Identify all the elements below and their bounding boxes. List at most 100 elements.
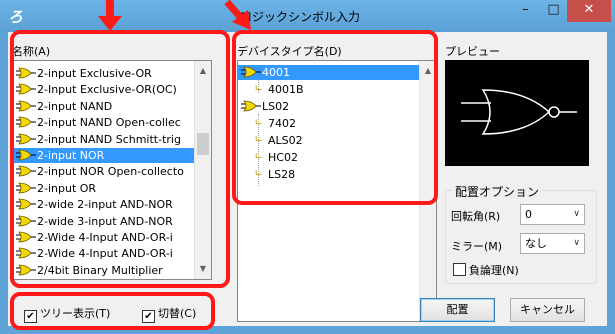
logic-gate-icon bbox=[16, 100, 36, 112]
negative-logic-option[interactable]: 負論理(N) bbox=[453, 262, 519, 278]
name-list-item[interactable]: 2-Input Exclusive-OR(OC) bbox=[13, 82, 194, 97]
name-list-item-label: 2/4bit Binary Multiplier bbox=[37, 263, 163, 277]
device-tree-item-label: HC02 bbox=[268, 151, 298, 164]
dialog-client-area: 名称(A) 2-input Exclusive-OR 2-Input Exclus… bbox=[8, 32, 607, 326]
tree-leaf-icon bbox=[255, 153, 262, 159]
logic-gate-icon bbox=[241, 66, 261, 78]
name-list-item[interactable]: 2-input OR bbox=[13, 181, 194, 196]
logic-gate-icon bbox=[16, 215, 36, 226]
window-title: ロジックシンボル入力 bbox=[240, 10, 361, 24]
nor-gate-preview-icon bbox=[461, 89, 577, 135]
tree-leaf-icon bbox=[255, 85, 262, 91]
toggle-option[interactable]: ✔ 切替(C) bbox=[142, 305, 196, 323]
tree-leaf-icon bbox=[255, 119, 262, 125]
logic-gate-icon bbox=[16, 133, 36, 144]
name-list-item[interactable]: 2-input NAND Open-collec bbox=[13, 115, 194, 130]
device-tree-item[interactable]: LS28 bbox=[238, 167, 295, 182]
tree-view-option[interactable]: ✔ ツリー表示(T) bbox=[24, 305, 110, 323]
rotation-label: 回転角(R) bbox=[451, 210, 501, 223]
name-list-item[interactable]: 2-input NAND Schmitt-trig bbox=[13, 132, 194, 147]
name-list-item-label: 2-Wide 4-Input AND-OR-i bbox=[37, 247, 173, 261]
logic-gate-icon bbox=[16, 264, 36, 276]
logic-gate-icon bbox=[16, 247, 36, 259]
name-list-scrollbar[interactable]: ▲ ▼ bbox=[194, 61, 211, 279]
device-tree-item-label: 4001 bbox=[262, 66, 290, 79]
name-list-item-label: 2-input NAND Open-collec bbox=[37, 116, 181, 130]
device-tree-item[interactable]: HC02 bbox=[238, 150, 298, 165]
chevron-down-icon[interactable]: ∨ bbox=[573, 205, 580, 224]
dialog-window: ろ ロジックシンボル入力 – □ ✕ 名称(A) 2-input Exclusi… bbox=[0, 0, 615, 334]
preview-label: プレビュー bbox=[445, 45, 500, 58]
maximize-button[interactable]: □ bbox=[540, 0, 567, 22]
device-tree-item[interactable]: 7402 bbox=[238, 116, 296, 131]
device-list-scrollbar[interactable]: ▲ ▼ bbox=[419, 61, 436, 321]
logic-gate-icon bbox=[16, 83, 36, 95]
mirror-value: なし bbox=[525, 237, 547, 250]
name-list-label: 名称(A) bbox=[12, 45, 51, 58]
rotation-value: 0 bbox=[525, 208, 532, 221]
name-list-item-label: 2-input OR bbox=[37, 181, 97, 195]
device-list-label: デバイスタイプ名(D) bbox=[237, 45, 342, 58]
negative-logic-label: 負論理(N) bbox=[469, 264, 519, 277]
symbol-preview bbox=[445, 60, 589, 166]
name-list-item[interactable]: 2-Wide 4-Input AND-OR-i bbox=[13, 246, 194, 261]
negative-logic-checkbox[interactable] bbox=[453, 263, 466, 276]
name-listbox[interactable]: 2-input Exclusive-OR 2-Input Exclusive-OR… bbox=[12, 60, 212, 280]
name-list-item[interactable]: 2-input Exclusive-OR bbox=[13, 66, 194, 81]
tree-leaf-icon bbox=[255, 136, 262, 142]
title-bar[interactable]: ろ ロジックシンボル入力 – □ ✕ bbox=[0, 0, 615, 32]
scroll-down-arrow-icon[interactable]: ▼ bbox=[195, 261, 211, 277]
logic-gate-icon bbox=[16, 231, 36, 243]
place-button[interactable]: 配置 bbox=[420, 298, 495, 322]
name-list-item[interactable]: 2-Wide 4-Input AND-OR-i bbox=[13, 230, 194, 245]
toggle-checkbox[interactable]: ✔ bbox=[142, 310, 155, 323]
name-list-item[interactable]: 2-input NOR Open-collecto bbox=[13, 164, 194, 179]
device-treeview[interactable]: 4001 4001B LS02 7402 ALS02 HC02 LS28 ▲ ▼ bbox=[237, 60, 437, 322]
name-list-item-label: 2-input NAND bbox=[37, 99, 113, 113]
name-list-item[interactable]: 2/4bit Binary Multiplier bbox=[13, 263, 194, 278]
scroll-thumb[interactable] bbox=[197, 133, 209, 155]
logic-gate-icon bbox=[16, 182, 36, 194]
name-list-item-label: 2-input NAND Schmitt-trig bbox=[37, 132, 181, 146]
chevron-down-icon[interactable]: ∨ bbox=[573, 234, 580, 253]
logic-gate-icon bbox=[16, 165, 36, 177]
device-tree-item[interactable]: 4001B bbox=[238, 82, 304, 97]
rotation-combobox[interactable]: 0 ∨ bbox=[520, 204, 585, 225]
placement-options-label: 配置オプション bbox=[452, 183, 543, 200]
close-button[interactable]: ✕ bbox=[567, 0, 611, 22]
device-tree-item[interactable]: 4001 bbox=[238, 65, 419, 80]
app-icon: ろ bbox=[8, 8, 24, 26]
scroll-up-arrow-icon[interactable]: ▲ bbox=[420, 63, 436, 79]
tree-view-checkbox[interactable]: ✔ bbox=[24, 310, 37, 323]
name-list-item-label: 2-wide 2-input AND-NOR bbox=[37, 198, 173, 212]
device-tree-item-label: ALS02 bbox=[268, 134, 303, 147]
name-list-item[interactable]: 2-wide 3-input AND-NOR bbox=[13, 214, 194, 229]
name-list-item[interactable]: 2-input NOR bbox=[13, 148, 194, 163]
device-tree-item[interactable]: LS02 bbox=[238, 99, 289, 114]
toggle-label: 切替(C) bbox=[158, 307, 197, 320]
device-tree-item-label: LS28 bbox=[268, 168, 296, 181]
name-list-item-label: 2-wide 3-input AND-NOR bbox=[37, 214, 173, 228]
logic-gate-icon bbox=[241, 100, 261, 112]
mirror-label: ミラー(M) bbox=[451, 240, 503, 253]
logic-gate-icon bbox=[16, 67, 36, 79]
tree-leaf-icon bbox=[255, 170, 262, 176]
name-list-item[interactable]: 2-input NAND bbox=[13, 99, 194, 114]
name-list-item-label: 2-Input Exclusive-OR(OC) bbox=[37, 83, 177, 97]
tree-view-label: ツリー表示(T) bbox=[40, 307, 111, 320]
name-list-item-label: 2-input Exclusive-OR bbox=[37, 67, 152, 80]
device-tree-item-label: 7402 bbox=[268, 117, 296, 130]
name-list-item[interactable]: 2-wide 2-input AND-NOR bbox=[13, 197, 194, 212]
device-tree-item-label: 4001B bbox=[268, 83, 304, 96]
logic-gate-icon bbox=[16, 149, 36, 161]
mirror-combobox[interactable]: なし ∨ bbox=[520, 233, 585, 254]
logic-gate-icon bbox=[16, 116, 36, 128]
cancel-button[interactable]: キャンセル bbox=[510, 298, 585, 322]
name-list-item-label: 2-input NOR bbox=[37, 149, 105, 162]
scroll-up-arrow-icon[interactable]: ▲ bbox=[195, 63, 211, 79]
logic-gate-icon bbox=[16, 198, 36, 210]
minimize-button[interactable]: – bbox=[512, 0, 539, 22]
name-list-item-label: 2-Wide 4-Input AND-OR-i bbox=[37, 231, 173, 244]
device-tree-item-label: LS02 bbox=[262, 100, 290, 113]
device-tree-item[interactable]: ALS02 bbox=[238, 133, 303, 148]
